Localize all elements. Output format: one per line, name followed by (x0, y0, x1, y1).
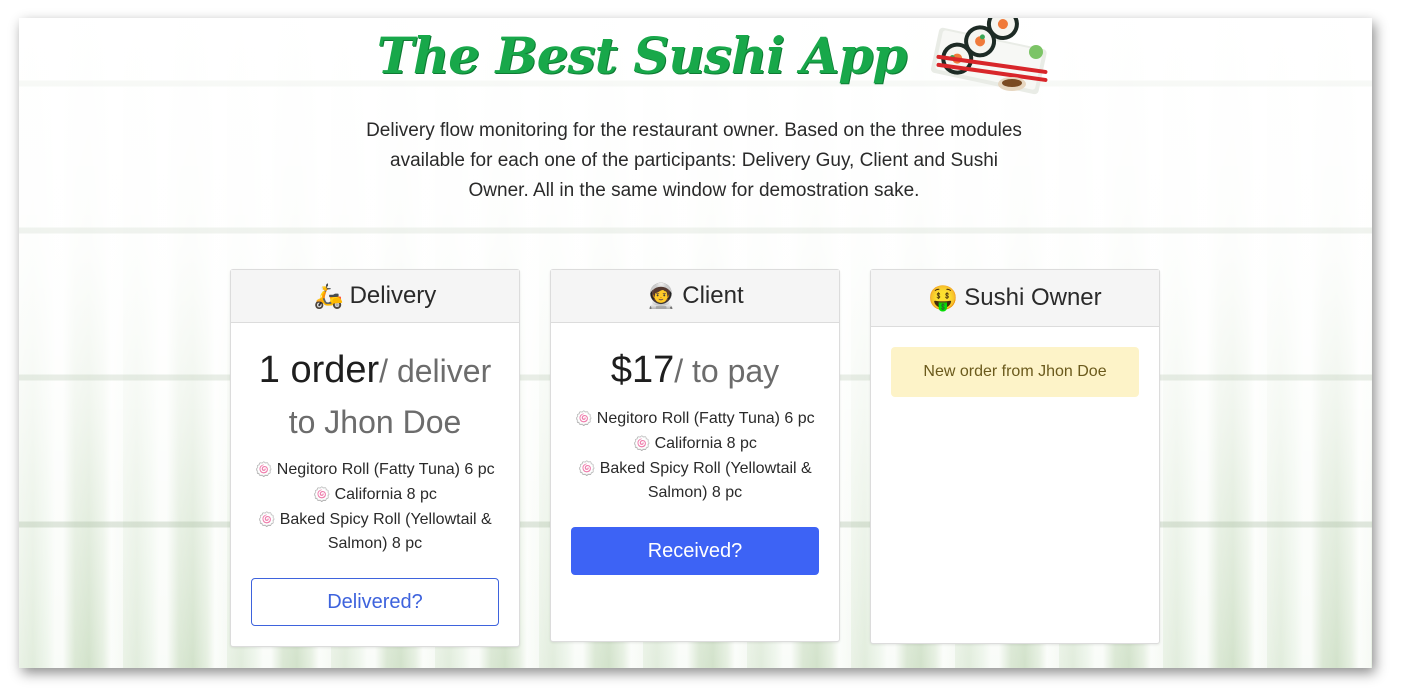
delivery-card-body: 1 order/ deliver to Jhon Doe 🍥 Negitoro R… (231, 323, 519, 646)
fish-cake-icon: 🍥 (633, 435, 651, 451)
item-label: Baked Spicy Roll (Yellowtail & Salmon) 8… (599, 460, 812, 501)
delivery-items: 🍥 Negitoro Roll (Fatty Tuna) 6 pc 🍥 Califo… (251, 457, 499, 556)
item-label: Negitoro Roll (Fatty Tuna) 6 pc (596, 410, 815, 427)
owner-card-header: 🤑 Sushi Owner (871, 270, 1159, 327)
fish-cake-icon: 🍥 (258, 511, 276, 527)
new-order-notice[interactable]: New order from Jhon Doe (891, 347, 1139, 397)
fish-cake-icon: 🍥 (255, 461, 273, 477)
item-label: Negitoro Roll (Fatty Tuna) 6 pc (276, 461, 495, 478)
sushi-plate-icon (931, 18, 1048, 95)
owner-card: 🤑 Sushi Owner New order from Jhon Doe (870, 269, 1160, 644)
fish-cake-icon: 🍥 (575, 410, 593, 426)
list-item: 🍥 Negitoro Roll (Fatty Tuna) 6 pc (571, 406, 819, 431)
list-item: 🍥 California 8 pc (571, 431, 819, 456)
client-summary: $17/ to pay (571, 345, 819, 396)
delivery-order-count: 1 order (258, 349, 380, 391)
fish-cake-icon: 🍥 (313, 486, 331, 502)
owner-card-title: Sushi Owner (964, 284, 1102, 311)
app-title: The Best Sushi App (376, 25, 908, 85)
received-button[interactable]: Received? (571, 527, 819, 575)
app-description: Delivery flow monitoring for the restaur… (366, 120, 1022, 201)
app-window: The Best Sushi App Delivery flow monitor… (19, 18, 1372, 668)
client-card-body: $17/ to pay 🍥 Negitoro Roll (Fatty Tuna) … (551, 323, 839, 641)
client-amount-label: / to pay (674, 353, 780, 389)
client-items: 🍥 Negitoro Roll (Fatty Tuna) 6 pc 🍥 Califo… (571, 406, 819, 505)
page-content: The Best Sushi App Delivery flow monitor… (19, 18, 1372, 668)
delivery-summary: 1 order/ deliver to Jhon Doe (251, 345, 499, 447)
item-label: California 8 pc (654, 435, 757, 452)
delivery-card: 🛵 Delivery 1 order/ deliver to Jhon Doe … (230, 269, 520, 647)
item-label: California 8 pc (334, 486, 437, 503)
list-item: 🍥 Baked Spicy Roll (Yellowtail & Salmon) … (251, 507, 499, 556)
astronaut-icon: 🧑‍🚀 (646, 282, 677, 310)
delivery-card-title: Delivery (349, 282, 437, 309)
delivered-button[interactable]: Delivered? (251, 578, 499, 626)
client-card: 🧑‍🚀 Client $17/ to pay 🍥 Negitoro Roll (F… (550, 269, 840, 642)
list-item: 🍥 California 8 pc (251, 482, 499, 507)
item-label: Baked Spicy Roll (Yellowtail & Salmon) 8… (279, 511, 492, 552)
owner-card-body: New order from Jhon Doe (871, 327, 1159, 417)
client-card-header: 🧑‍🚀 Client (551, 270, 839, 323)
client-card-title: Client (682, 282, 744, 309)
client-amount: $17 (610, 349, 675, 391)
header: The Best Sushi App (19, 18, 1372, 100)
list-item: 🍥 Negitoro Roll (Fatty Tuna) 6 pc (251, 457, 499, 482)
fish-cake-icon: 🍥 (578, 460, 596, 476)
money-face-icon: 🤑 (928, 284, 959, 312)
list-item: 🍥 Baked Spicy Roll (Yellowtail & Salmon) … (571, 456, 819, 505)
delivery-card-header: 🛵 Delivery (231, 270, 519, 323)
scooter-icon: 🛵 (313, 282, 344, 310)
